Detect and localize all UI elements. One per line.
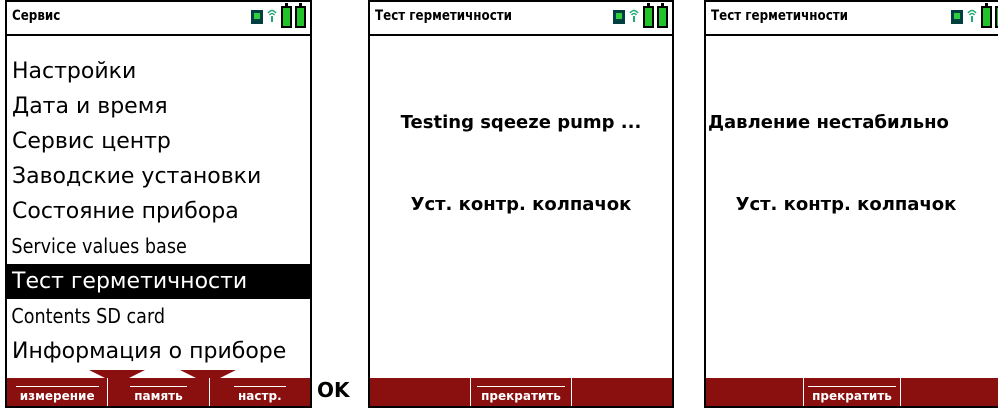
menu-item-factory-settings[interactable]: Заводские установки: [7, 159, 310, 194]
status-icons: [951, 3, 998, 28]
softkey-empty: [370, 378, 471, 406]
battery-icon: [281, 3, 292, 28]
softkey-bar: измерение память настр.: [7, 378, 310, 406]
softkey-empty: [706, 378, 804, 406]
battery-icon: [643, 3, 654, 28]
title-bar: Тест герметичности: [706, 2, 998, 36]
status-icons: [613, 3, 668, 28]
pressure-unstable-screen: Тест герметичности Давление нестабильно …: [704, 0, 998, 408]
battery-icon: [295, 3, 306, 28]
menu-item-contents-sd-card[interactable]: Contents SD card: [7, 299, 274, 334]
menu-item-date-time[interactable]: Дата и время: [7, 89, 310, 124]
menu-item-service-values-base[interactable]: Service values base: [7, 229, 274, 264]
status-message: Testing sqeeze pump ...: [400, 112, 642, 133]
battery-icon: [657, 3, 668, 28]
instruction-message: Уст. контр. колпачок: [735, 194, 957, 215]
title-bar: Тест герметичности: [370, 2, 672, 36]
status-message: Давление нестабильно: [708, 112, 949, 133]
softkey-empty: [572, 378, 672, 406]
screen-title: Тест герметичности: [711, 8, 848, 24]
ok-key-label: OK: [317, 378, 350, 402]
instruction-message: Уст. контр. колпачок: [410, 194, 632, 215]
title-bar: Сервис: [7, 2, 310, 36]
service-menu-screen: Сервис Настройки Дата и время Сервис цен…: [5, 0, 312, 408]
leak-test-screen: Тест герметичности Testing sqeeze pump .…: [368, 0, 674, 408]
service-menu: Настройки Дата и время Сервис центр Заво…: [7, 54, 310, 369]
sd-card-icon: [613, 10, 625, 24]
softkey-memory[interactable]: память: [108, 378, 210, 406]
menu-item-leak-test[interactable]: Тест герметичности: [7, 264, 310, 299]
softkey-empty: [901, 378, 998, 406]
wireless-icon: [628, 8, 640, 26]
wireless-icon: [966, 8, 978, 26]
softkey-settings[interactable]: настр.: [210, 378, 310, 406]
menu-item-service-center[interactable]: Сервис центр: [7, 124, 310, 159]
softkey-bar: прекратить: [370, 378, 672, 406]
sd-card-icon: [251, 10, 263, 24]
wireless-icon: [266, 8, 278, 26]
softkey-stop[interactable]: прекратить: [804, 378, 902, 406]
sd-card-icon: [951, 10, 963, 24]
menu-item-settings[interactable]: Настройки: [7, 54, 310, 89]
menu-item-device-info[interactable]: Информация о приборе: [7, 334, 310, 369]
softkey-bar: прекратить: [706, 378, 998, 406]
screen-title: Сервис: [12, 8, 61, 24]
softkey-measurement[interactable]: измерение: [7, 378, 109, 406]
battery-icon: [981, 3, 992, 28]
menu-item-device-status[interactable]: Состояние прибора: [7, 194, 310, 229]
screen-title: Тест герметичности: [375, 8, 512, 24]
softkey-stop[interactable]: прекратить: [471, 378, 572, 406]
status-icons: [251, 3, 306, 28]
